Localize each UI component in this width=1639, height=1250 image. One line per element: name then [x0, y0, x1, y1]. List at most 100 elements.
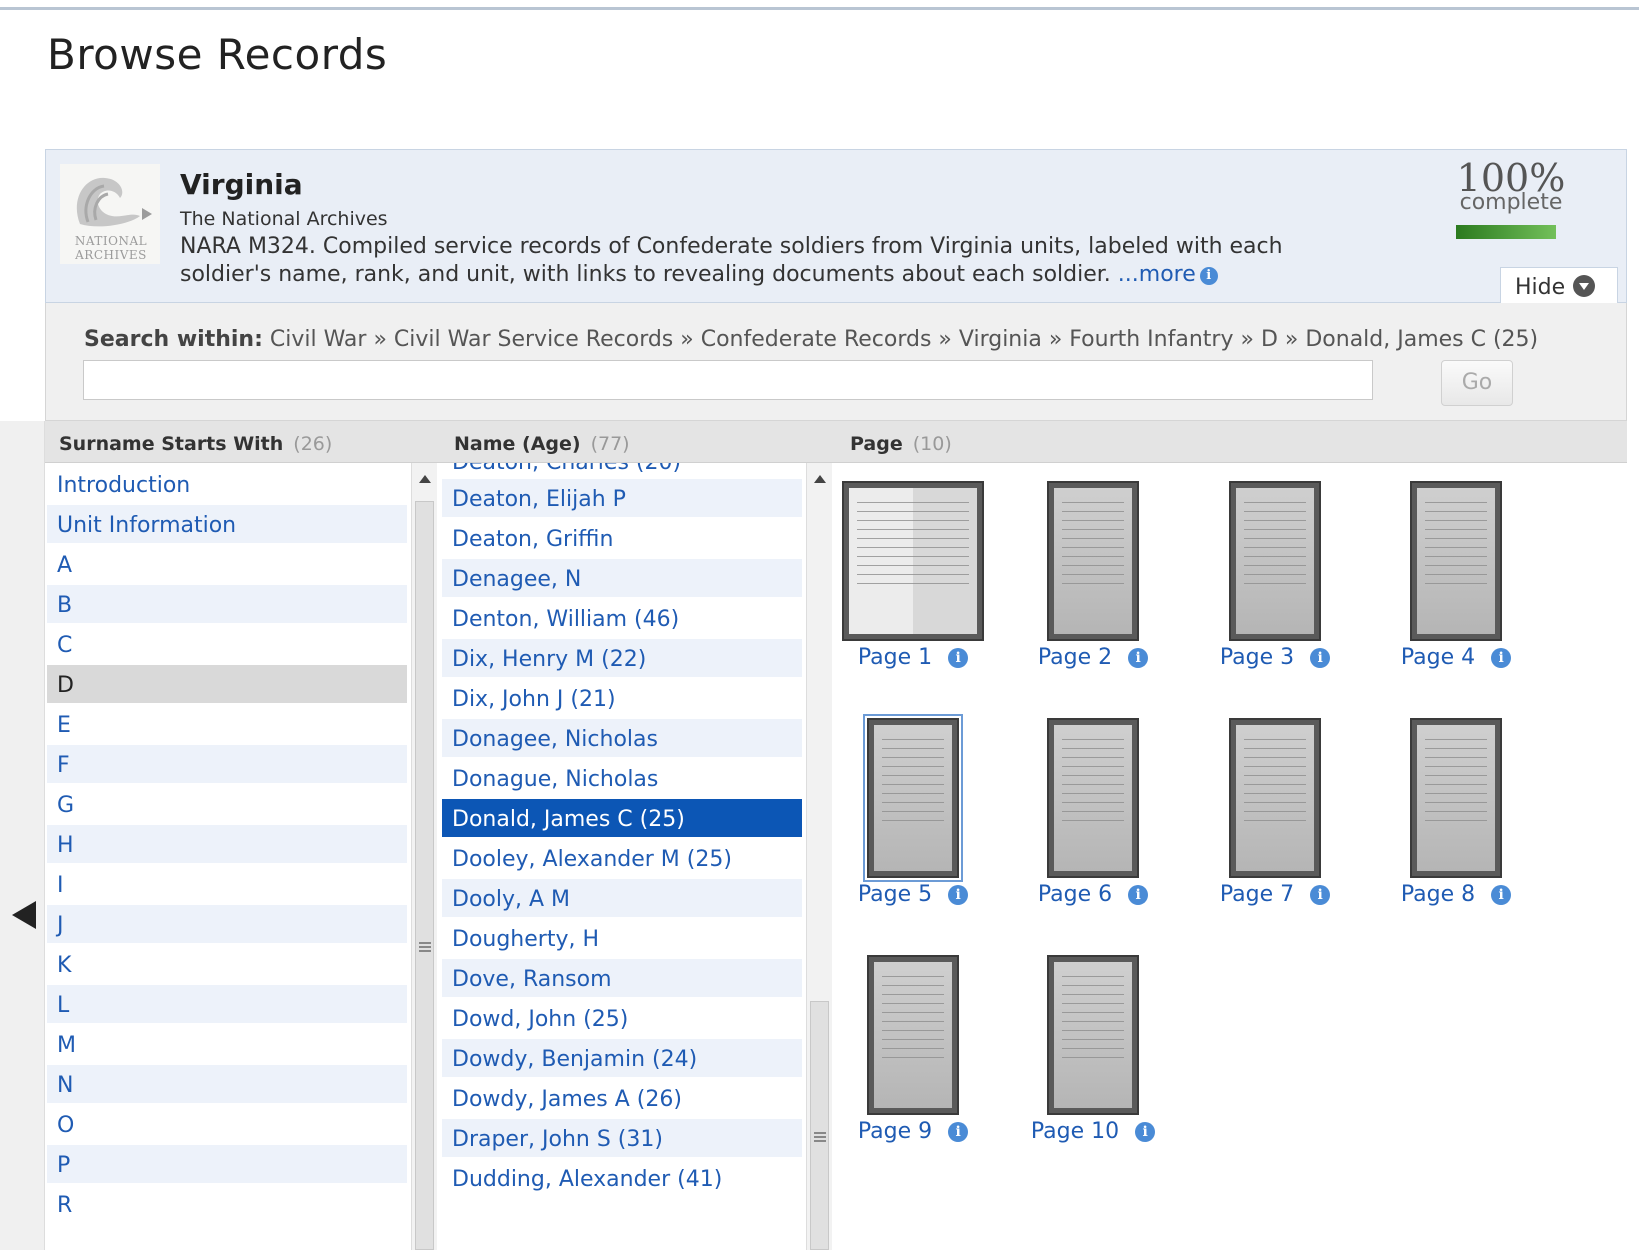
name-item[interactable]: Donagee, Nicholas: [442, 719, 802, 759]
surname-scrollbar[interactable]: [411, 463, 437, 1250]
page-image[interactable]: [1047, 718, 1139, 878]
name-item[interactable]: Dudding, Alexander (41): [442, 1159, 802, 1199]
surname-item[interactable]: R: [47, 1185, 407, 1225]
info-icon[interactable]: i: [1128, 885, 1149, 905]
name-count: (77): [590, 433, 630, 455]
name-item[interactable]: Dowdy, James A (26): [442, 1079, 802, 1119]
surname-item[interactable]: I: [47, 865, 407, 905]
page-thumbnail[interactable]: Page 10 i: [1003, 955, 1183, 1144]
search-input[interactable]: [83, 360, 1373, 400]
page-image[interactable]: [1410, 481, 1502, 641]
page-label[interactable]: Page 6: [1038, 882, 1112, 907]
page-image[interactable]: [1229, 718, 1321, 878]
page-label[interactable]: Page 5: [858, 882, 932, 907]
page-thumbnail[interactable]: Page 8 i: [1366, 718, 1546, 907]
page-image[interactable]: [1410, 718, 1502, 878]
page-image[interactable]: [867, 955, 959, 1115]
page-label[interactable]: Page 3: [1220, 645, 1294, 670]
name-item[interactable]: Dowd, John (25): [442, 999, 802, 1039]
breadcrumb-item[interactable]: Civil War: [270, 327, 367, 352]
page-image[interactable]: [842, 481, 984, 641]
info-icon[interactable]: i: [1135, 1122, 1156, 1142]
breadcrumb-item[interactable]: Donald, James C (25): [1305, 327, 1538, 352]
page-thumbnail[interactable]: Page 3 i: [1185, 481, 1365, 670]
page-thumbnail[interactable]: Page 5 i: [823, 714, 1003, 907]
page-label[interactable]: Page 9: [858, 1119, 932, 1144]
surname-item[interactable]: M: [47, 1025, 407, 1065]
page-thumbnail[interactable]: Page 4 i: [1366, 481, 1546, 670]
info-icon[interactable]: i: [1491, 648, 1512, 668]
surname-item[interactable]: C: [47, 625, 407, 665]
name-column-header: Name (Age) (77): [440, 421, 843, 463]
page-thumbnail[interactable]: Page 2 i: [1003, 481, 1183, 670]
go-button[interactable]: Go: [1441, 360, 1513, 406]
name-item[interactable]: Dooly, A M: [442, 879, 802, 919]
name-item[interactable]: Dooley, Alexander M (25): [442, 839, 802, 879]
page-label[interactable]: Page 4: [1401, 645, 1475, 670]
name-item[interactable]: Deaton, Elijah P: [442, 479, 802, 519]
name-item[interactable]: Donague, Nicholas: [442, 759, 802, 799]
page-label[interactable]: Page 2: [1038, 645, 1112, 670]
surname-item[interactable]: N: [47, 1065, 407, 1105]
page-thumbnail[interactable]: Page 1 i: [823, 481, 1003, 670]
name-item[interactable]: Denagee, N: [442, 559, 802, 599]
name-item[interactable]: Dix, John J (21): [442, 679, 802, 719]
surname-item[interactable]: J: [47, 905, 407, 945]
surname-item[interactable]: E: [47, 705, 407, 745]
info-icon[interactable]: i: [948, 1122, 969, 1142]
hide-label: Hide: [1515, 275, 1566, 300]
surname-item[interactable]: D: [47, 665, 407, 705]
name-item[interactable]: Dix, Henry M (22): [442, 639, 802, 679]
info-icon[interactable]: i: [948, 885, 969, 905]
page-title: Browse Records: [47, 30, 388, 79]
page-thumbnail[interactable]: Page 7 i: [1185, 718, 1365, 907]
info-icon[interactable]: i: [948, 648, 969, 668]
name-item[interactable]: Dove, Ransom: [442, 959, 802, 999]
info-icon[interactable]: i: [1491, 885, 1512, 905]
surname-item[interactable]: P: [47, 1145, 407, 1185]
info-icon[interactable]: i: [1128, 648, 1149, 668]
name-item[interactable]: Donald, James C (25): [442, 799, 802, 839]
breadcrumb-item[interactable]: D: [1261, 327, 1278, 352]
surname-item[interactable]: A: [47, 545, 407, 585]
surname-item[interactable]: B: [47, 585, 407, 625]
page-label[interactable]: Page 7: [1220, 882, 1294, 907]
name-item[interactable]: Denton, William (46): [442, 599, 802, 639]
left-arrow-icon[interactable]: [12, 901, 36, 929]
breadcrumb-item[interactable]: Confederate Records: [701, 327, 932, 352]
surname-item[interactable]: Introduction: [47, 465, 407, 505]
hide-button[interactable]: Hide: [1500, 267, 1618, 305]
more-link[interactable]: ...more: [1118, 262, 1196, 287]
surname-item[interactable]: O: [47, 1105, 407, 1145]
surname-item[interactable]: H: [47, 825, 407, 865]
name-item[interactable]: Dougherty, H: [442, 919, 802, 959]
name-item[interactable]: Deaton, Griffin: [442, 519, 802, 559]
scroll-thumb[interactable]: [415, 501, 434, 1250]
breadcrumb-item[interactable]: Civil War Service Records: [394, 327, 673, 352]
page-image[interactable]: [863, 714, 963, 882]
surname-item[interactable]: G: [47, 785, 407, 825]
breadcrumb-separator: »: [673, 327, 701, 352]
page-thumbnail[interactable]: Page 6 i: [1003, 718, 1183, 907]
name-header-label: Name (Age): [454, 433, 581, 455]
page-thumbnail[interactable]: Page 9 i: [823, 955, 1003, 1144]
page-image[interactable]: [1047, 481, 1139, 641]
info-icon[interactable]: i: [1310, 648, 1331, 668]
scroll-up-icon[interactable]: [419, 475, 431, 483]
surname-item[interactable]: L: [47, 985, 407, 1025]
breadcrumb-item[interactable]: Virginia: [959, 327, 1042, 352]
name-item[interactable]: Dowdy, Benjamin (24): [442, 1039, 802, 1079]
name-item-partial[interactable]: Deaton, Charles (20): [442, 463, 802, 479]
surname-item[interactable]: F: [47, 745, 407, 785]
page-label[interactable]: Page 8: [1401, 882, 1475, 907]
name-item[interactable]: Draper, John S (31): [442, 1119, 802, 1159]
breadcrumb-item[interactable]: Fourth Infantry: [1069, 327, 1233, 352]
info-icon[interactable]: i: [1199, 267, 1218, 285]
info-icon[interactable]: i: [1310, 885, 1331, 905]
page-label[interactable]: Page 1: [858, 645, 932, 670]
page-image[interactable]: [1047, 955, 1139, 1115]
page-label[interactable]: Page 10: [1031, 1119, 1119, 1144]
surname-item[interactable]: Unit Information: [47, 505, 407, 545]
surname-item[interactable]: K: [47, 945, 407, 985]
page-image[interactable]: [1229, 481, 1321, 641]
